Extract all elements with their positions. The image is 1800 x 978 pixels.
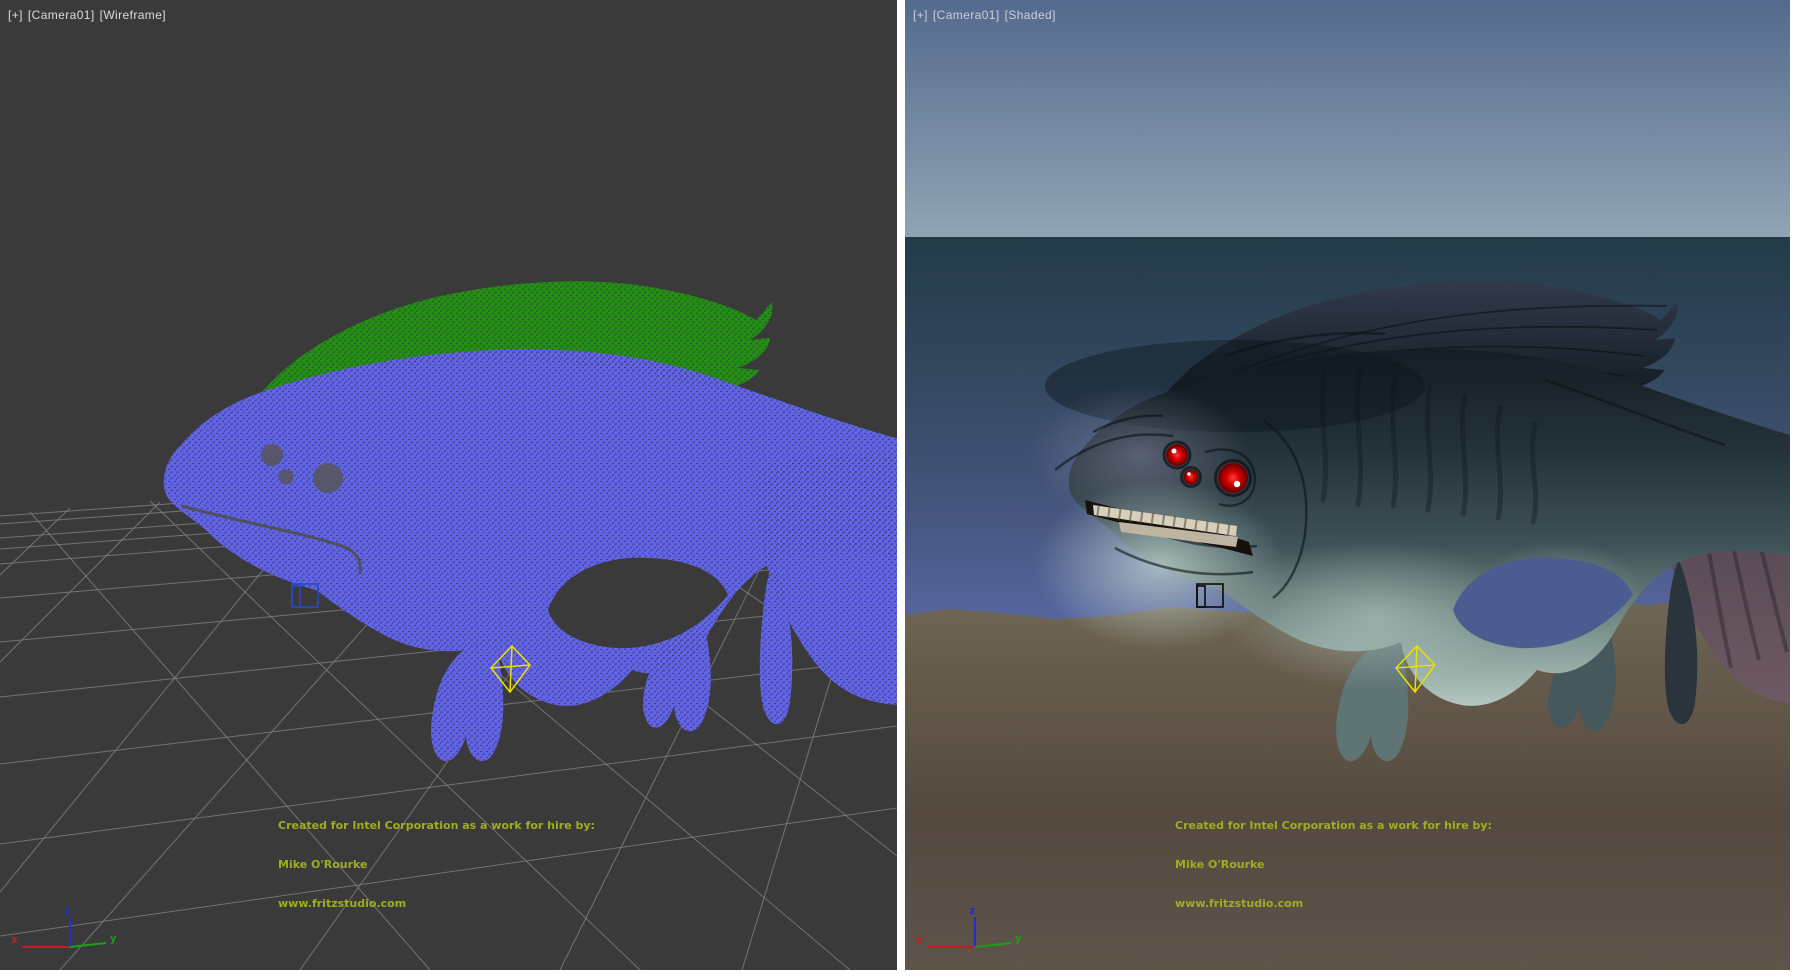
viewport-expand-button[interactable]: [+]: [913, 8, 928, 22]
viewport-shading-menu[interactable]: [Shaded]: [1005, 8, 1056, 22]
axis-x-label: x: [916, 933, 923, 946]
viewport-shading-menu[interactable]: [Wireframe]: [100, 8, 166, 22]
watermark-credit: Created for Intel Corporation as a work …: [278, 793, 595, 936]
axis-tripod: x z y: [905, 903, 1035, 965]
axis-tripod: x z y: [0, 903, 130, 965]
viewport-label: [+] [Camera01] [Shaded]: [913, 8, 1056, 22]
axis-z-label: z: [969, 904, 976, 917]
axis-z-label: z: [64, 904, 71, 917]
viewport-expand-button[interactable]: [+]: [8, 8, 23, 22]
viewport-camera-menu[interactable]: [Camera01]: [933, 8, 1000, 22]
fish-model-wireframe[interactable]: [164, 281, 897, 761]
axis-x-label: x: [11, 933, 18, 946]
axis-y-label: y: [1015, 932, 1022, 945]
viewport-wireframe[interactable]: [+] [Camera01] [Wireframe] Created for I…: [0, 0, 897, 970]
watermark-credit: Created for Intel Corporation as a work …: [1175, 793, 1492, 936]
axis-y-label: y: [110, 932, 117, 945]
sky: [905, 0, 1790, 237]
viewport-label: [+] [Camera01] [Wireframe]: [8, 8, 166, 22]
viewport-camera-menu[interactable]: [Camera01]: [28, 8, 95, 22]
viewport-shaded[interactable]: [+] [Camera01] [Shaded] Created for Inte…: [905, 0, 1790, 970]
